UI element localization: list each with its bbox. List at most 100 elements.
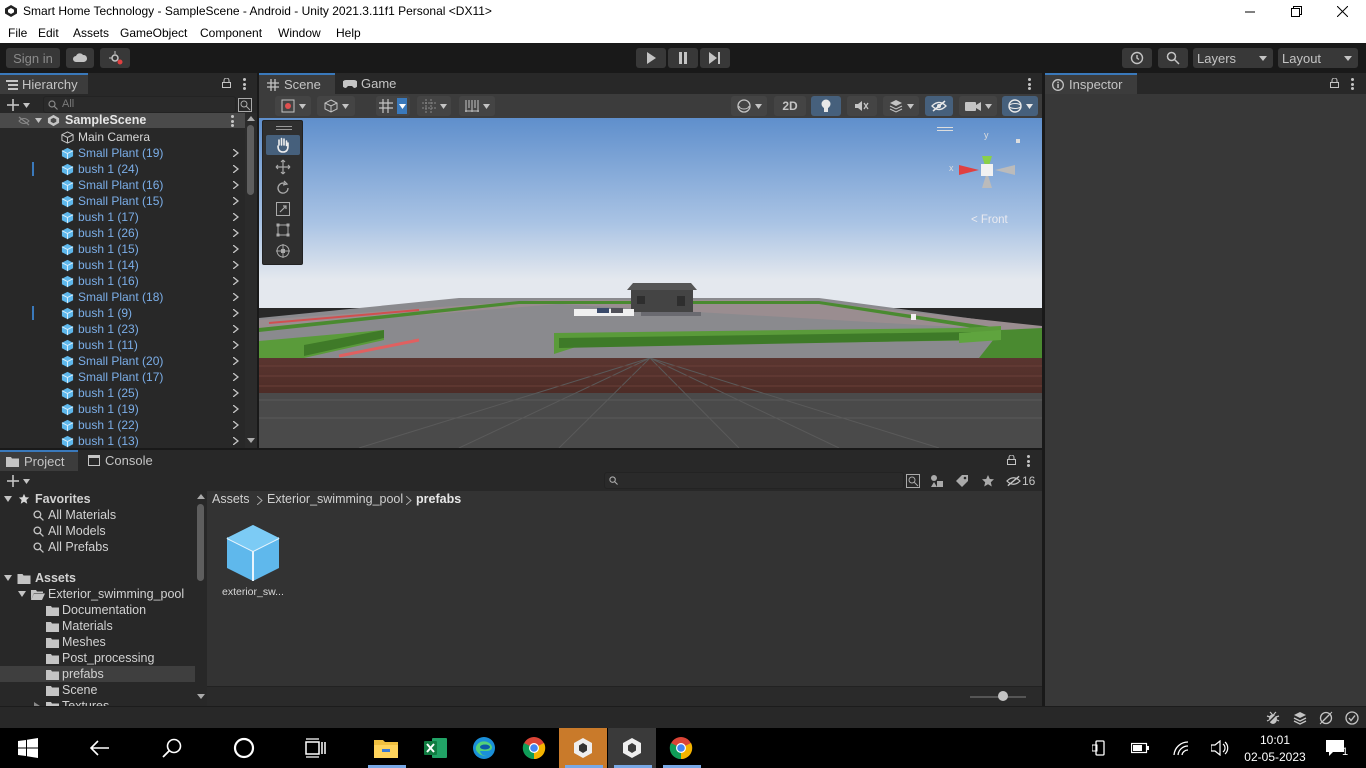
chevron-right-icon[interactable] — [233, 421, 239, 429]
scene-viewport[interactable]: y x < Front — [259, 118, 1042, 448]
hierarchy-menu-icon[interactable] — [242, 78, 246, 90]
rotate-tool-button[interactable] — [266, 178, 300, 198]
hand-tool-button[interactable] — [266, 135, 300, 155]
sign-in-button[interactable]: Sign in — [6, 48, 60, 68]
breadcrumb-exterior[interactable]: Exterior_swimming_pool — [267, 492, 403, 506]
back-button[interactable] — [76, 728, 124, 768]
chrome-app-2[interactable] — [657, 728, 705, 768]
move-tool-button[interactable] — [266, 157, 300, 177]
notification-center[interactable]: 1 — [1320, 736, 1354, 762]
chevron-right-icon[interactable] — [233, 341, 239, 349]
hierarchy-search-input[interactable]: All — [43, 96, 236, 113]
breadcrumb-prefabs[interactable]: prefabs — [416, 492, 461, 506]
chevron-right-icon[interactable] — [233, 389, 239, 397]
rect-tool-button[interactable] — [266, 220, 300, 240]
project-menu-icon[interactable] — [1026, 455, 1030, 467]
step-button[interactable] — [700, 48, 730, 68]
battery-icon[interactable] — [1131, 742, 1149, 754]
search-button[interactable] — [1158, 48, 1188, 68]
ruler-dropdown[interactable] — [459, 96, 495, 116]
chevron-right-icon[interactable] — [233, 229, 239, 237]
tab-scene[interactable]: Scene — [259, 73, 335, 94]
scene-row[interactable]: SampleScene — [0, 113, 245, 128]
hierarchy-item[interactable]: Small Plant (17) — [0, 369, 245, 385]
chevron-right-icon[interactable] — [233, 357, 239, 365]
subfolder-item[interactable]: Documentation — [0, 602, 195, 618]
cloud-button[interactable] — [66, 48, 94, 68]
overlay-handle[interactable] — [937, 127, 953, 128]
menu-gameobject[interactable]: GameObject — [120, 26, 187, 40]
orientation-gizmo[interactable]: y x < Front — [949, 130, 1029, 230]
hierarchy-item[interactable]: Small Plant (16) — [0, 177, 245, 193]
hierarchy-item[interactable]: bush 1 (26) — [0, 225, 245, 241]
hierarchy-item[interactable]: bush 1 (13) — [0, 433, 245, 449]
menu-component[interactable]: Component — [200, 26, 262, 40]
chevron-right-icon[interactable] — [233, 405, 239, 413]
chevron-right-icon[interactable] — [233, 213, 239, 221]
scroll-up-icon[interactable] — [197, 494, 205, 499]
chevron-right-icon[interactable] — [233, 261, 239, 269]
pause-button[interactable] — [668, 48, 698, 68]
excel-app[interactable] — [412, 728, 460, 768]
touch-keyboard-icon[interactable] — [1092, 740, 1108, 756]
tab-hierarchy[interactable]: Hierarchy — [0, 73, 88, 94]
tab-game[interactable]: Game — [343, 73, 413, 94]
shading-dropdown[interactable] — [731, 96, 767, 116]
check-circle-icon[interactable] — [1345, 711, 1359, 725]
layers-dropdown[interactable]: Layers — [1193, 48, 1273, 68]
chevron-right-icon[interactable] — [233, 325, 239, 333]
favorite-item[interactable]: All Materials — [0, 507, 195, 523]
start-button[interactable] — [4, 728, 52, 768]
chevron-right-icon[interactable] — [233, 373, 239, 381]
hierarchy-item[interactable]: bush 1 (9) — [0, 305, 245, 321]
project-search-input[interactable] — [604, 472, 904, 489]
hierarchy-item[interactable]: Small Plant (15) — [0, 193, 245, 209]
inspector-menu-icon[interactable] — [1350, 78, 1354, 90]
chevron-right-icon[interactable] — [233, 309, 239, 317]
chrome-app[interactable] — [510, 728, 558, 768]
hierarchy-item[interactable]: bush 1 (24) — [0, 161, 245, 177]
scene-visibility-button[interactable] — [925, 96, 953, 116]
subfolder-item[interactable]: Meshes — [0, 634, 195, 650]
effects-dropdown[interactable] — [883, 96, 919, 116]
hierarchy-item[interactable]: bush 1 (15) — [0, 241, 245, 257]
lighting-toggle-button[interactable] — [811, 96, 841, 116]
tab-inspector[interactable]: Inspector — [1045, 73, 1137, 94]
hidden-packages-toggle[interactable]: 16 — [1006, 473, 1040, 489]
scroll-down-icon[interactable] — [197, 694, 205, 699]
chevron-right-icon[interactable] — [233, 245, 239, 253]
lock-icon[interactable] — [1007, 455, 1016, 465]
hierarchy-item[interactable]: bush 1 (16) — [0, 273, 245, 289]
favorite-item[interactable]: All Models — [0, 523, 195, 539]
restore-button[interactable] — [1273, 0, 1319, 23]
favorites-section[interactable]: Favorites — [0, 491, 195, 507]
hierarchy-item[interactable]: bush 1 (14) — [0, 257, 245, 273]
visibility-icon[interactable] — [18, 116, 30, 126]
collab-button[interactable] — [100, 48, 130, 68]
menu-window[interactable]: Window — [278, 26, 321, 40]
menu-assets[interactable]: Assets — [73, 26, 109, 40]
lock-icon[interactable] — [222, 78, 231, 88]
tab-project[interactable]: Project — [0, 450, 78, 471]
chevron-down-icon[interactable] — [35, 118, 42, 123]
asset-item[interactable]: exterior_sw... — [221, 521, 285, 601]
history-button[interactable] — [1122, 48, 1152, 68]
hierarchy-item[interactable]: Small Plant (20) — [0, 353, 245, 369]
cortana-button[interactable] — [220, 728, 268, 768]
hierarchy-item[interactable]: Main Camera — [0, 129, 245, 145]
hierarchy-item[interactable]: bush 1 (23) — [0, 321, 245, 337]
menu-help[interactable]: Help — [336, 26, 361, 40]
folder-tree-scrollbar[interactable] — [195, 491, 207, 706]
subfolder-item[interactable]: Textures — [0, 698, 195, 706]
scene-search-icon[interactable] — [238, 98, 252, 112]
layout-dropdown[interactable]: Layout — [1278, 48, 1358, 68]
menu-edit[interactable]: Edit — [38, 26, 59, 40]
lock-icon[interactable] — [1330, 78, 1339, 88]
chevron-right-icon[interactable] — [233, 293, 239, 301]
audio-toggle-button[interactable] — [847, 96, 877, 116]
chevron-right-icon[interactable] — [233, 181, 239, 189]
folder-exterior-swimming-pool[interactable]: Exterior_swimming_pool — [0, 586, 195, 602]
subfolder-item[interactable]: prefabs — [0, 666, 195, 682]
chevron-right-icon[interactable] — [233, 149, 239, 157]
chevron-right-icon[interactable] — [233, 437, 239, 445]
